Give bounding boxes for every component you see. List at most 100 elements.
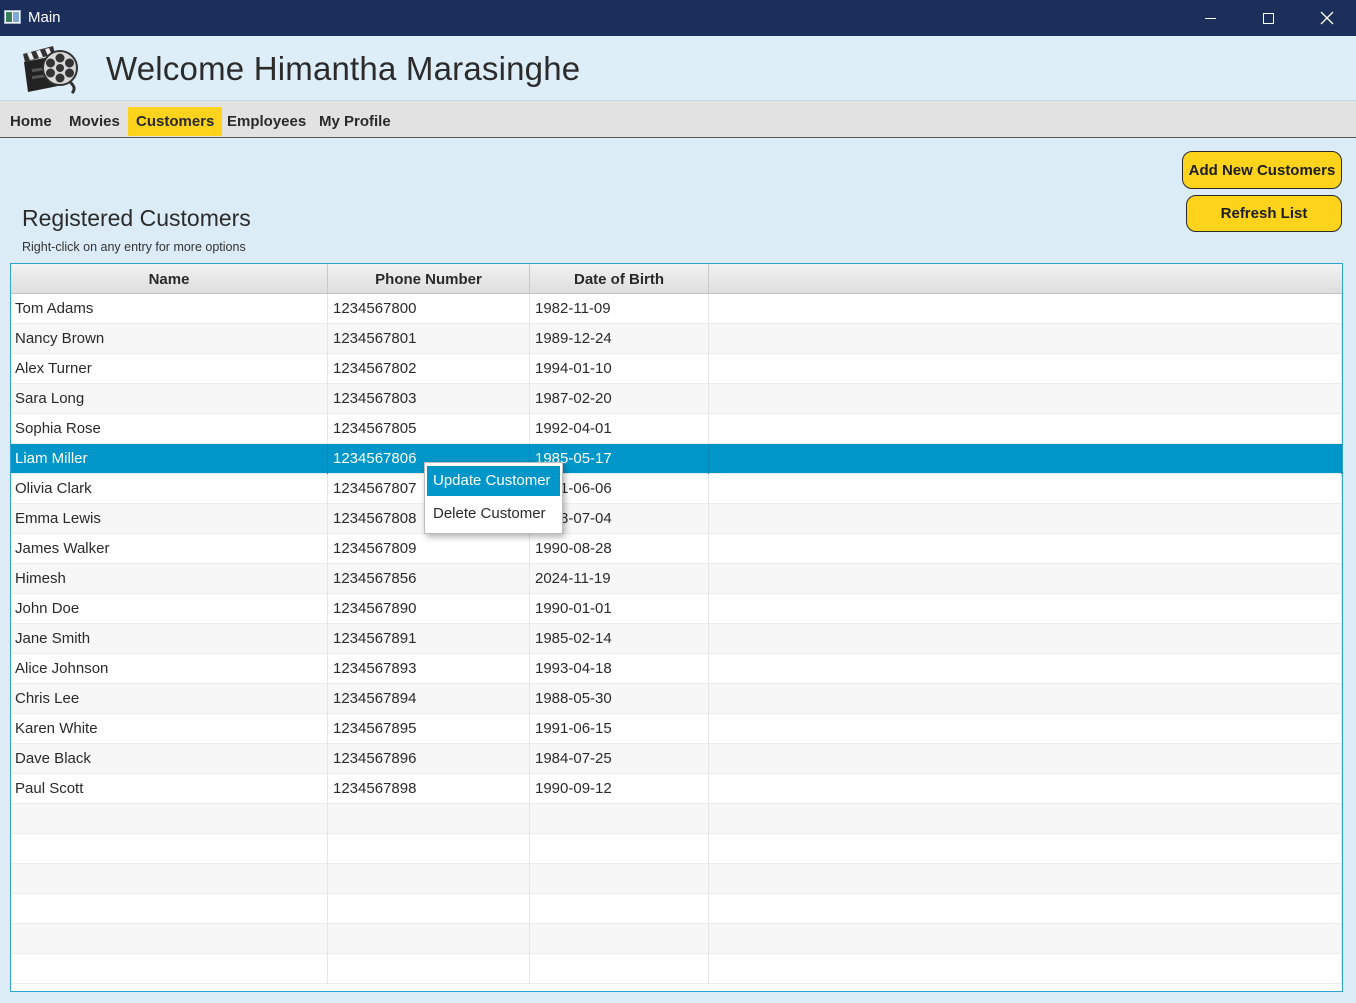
cell-filler bbox=[709, 324, 1342, 354]
cell-phone: 1234567805 bbox=[328, 414, 530, 444]
tab-home[interactable]: Home bbox=[2, 107, 60, 136]
empty-table-row bbox=[11, 894, 1342, 924]
cell-filler bbox=[709, 654, 1342, 684]
table-row[interactable]: James Walker 1234567809 1990-08-28 bbox=[11, 534, 1342, 564]
table-row[interactable]: Karen White 1234567895 1991-06-15 bbox=[11, 714, 1342, 744]
minimize-button[interactable] bbox=[1181, 0, 1239, 36]
table-row[interactable]: Liam Miller 1234567806 1985-05-17 bbox=[11, 444, 1342, 474]
menu-item-update-customer[interactable]: Update Customer bbox=[427, 466, 560, 496]
cell-phone: 1234567891 bbox=[328, 624, 530, 654]
cell-name: Jane Smith bbox=[11, 624, 328, 654]
app-header: Welcome Himantha Marasinghe bbox=[0, 36, 1356, 101]
cell-dob: 1985-02-14 bbox=[530, 624, 709, 654]
cell-name bbox=[11, 924, 328, 954]
cell-dob: 2024-11-19 bbox=[530, 564, 709, 594]
cell-filler bbox=[709, 624, 1342, 654]
tab-my-profile[interactable]: My Profile bbox=[311, 107, 399, 136]
cell-filler bbox=[709, 924, 1342, 954]
table-row[interactable]: Chris Lee 1234567894 1988-05-30 bbox=[11, 684, 1342, 714]
cell-name bbox=[11, 834, 328, 864]
close-button[interactable] bbox=[1298, 0, 1356, 36]
cell-dob: 1988-05-30 bbox=[530, 684, 709, 714]
cell-filler bbox=[709, 744, 1342, 774]
empty-table-row bbox=[11, 804, 1342, 834]
tab-movies[interactable]: Movies bbox=[61, 107, 128, 136]
customers-page: Add New Customers Refresh List Registere… bbox=[0, 139, 1356, 1003]
cell-dob bbox=[530, 894, 709, 924]
cell-filler bbox=[709, 834, 1342, 864]
cell-filler bbox=[709, 414, 1342, 444]
row-context-menu: Update Customer Delete Customer bbox=[424, 462, 563, 534]
cell-dob: 1994-01-10 bbox=[530, 354, 709, 384]
cell-name: Alice Johnson bbox=[11, 654, 328, 684]
empty-table-row bbox=[11, 864, 1342, 894]
column-header-filler bbox=[709, 264, 1340, 294]
window-titlebar[interactable]: Main bbox=[0, 0, 1356, 36]
cell-dob bbox=[530, 864, 709, 894]
empty-table-row bbox=[11, 834, 1342, 864]
tab-employees[interactable]: Employees bbox=[219, 107, 314, 136]
table-row[interactable]: Nancy Brown 1234567801 1989-12-24 bbox=[11, 324, 1342, 354]
empty-table-row bbox=[11, 954, 1342, 984]
cell-phone: 1234567890 bbox=[328, 594, 530, 624]
cell-dob: 1991-06-15 bbox=[530, 714, 709, 744]
cell-filler bbox=[709, 804, 1342, 834]
cell-filler bbox=[709, 534, 1342, 564]
cell-dob bbox=[530, 954, 709, 984]
cell-name: John Doe bbox=[11, 594, 328, 624]
tab-customers[interactable]: Customers bbox=[128, 107, 223, 136]
cell-phone: 1234567893 bbox=[328, 654, 530, 684]
column-header-name[interactable]: Name bbox=[11, 264, 328, 294]
table-row[interactable]: Sophia Rose 1234567805 1992-04-01 bbox=[11, 414, 1342, 444]
add-new-customers-button[interactable]: Add New Customers bbox=[1182, 151, 1342, 189]
column-header-dob[interactable]: Date of Birth bbox=[530, 264, 709, 294]
table-row[interactable]: Sara Long 1234567803 1987-02-20 bbox=[11, 384, 1342, 414]
cell-name bbox=[11, 864, 328, 894]
cell-filler bbox=[709, 564, 1342, 594]
cell-dob: 1993-04-18 bbox=[530, 654, 709, 684]
table-row[interactable]: Jane Smith 1234567891 1985-02-14 bbox=[11, 624, 1342, 654]
table-row[interactable]: Alex Turner 1234567802 1994-01-10 bbox=[11, 354, 1342, 384]
cell-filler bbox=[709, 354, 1342, 384]
cell-name: Olivia Clark bbox=[11, 474, 328, 504]
cell-dob bbox=[530, 804, 709, 834]
table-row[interactable]: Tom Adams 1234567800 1982-11-09 bbox=[11, 294, 1342, 324]
cell-phone: 1234567803 bbox=[328, 384, 530, 414]
table-row[interactable]: John Doe 1234567890 1990-01-01 bbox=[11, 594, 1342, 624]
cell-dob: 1990-09-12 bbox=[530, 774, 709, 804]
cell-name: James Walker bbox=[11, 534, 328, 564]
cell-dob: 1992-04-01 bbox=[530, 414, 709, 444]
table-row[interactable]: Himesh 1234567856 2024-11-19 bbox=[11, 564, 1342, 594]
cell-filler bbox=[709, 474, 1342, 504]
cell-phone bbox=[328, 834, 530, 864]
table-row[interactable]: Dave Black 1234567896 1984-07-25 bbox=[11, 744, 1342, 774]
cell-name: Himesh bbox=[11, 564, 328, 594]
cell-dob: 1990-01-01 bbox=[530, 594, 709, 624]
maximize-button[interactable] bbox=[1239, 0, 1297, 36]
refresh-list-button[interactable]: Refresh List bbox=[1186, 195, 1342, 232]
cell-filler bbox=[709, 954, 1342, 984]
close-icon bbox=[1320, 11, 1334, 25]
cell-name bbox=[11, 894, 328, 924]
cell-filler bbox=[709, 894, 1342, 924]
cell-filler bbox=[709, 684, 1342, 714]
menu-item-delete-customer[interactable]: Delete Customer bbox=[427, 499, 560, 529]
cell-phone: 1234567800 bbox=[328, 294, 530, 324]
table-row[interactable]: Olivia Clark 1234567807 1991-06-06 bbox=[11, 474, 1342, 504]
page-hint: Right-click on any entry for more option… bbox=[22, 240, 246, 254]
customers-table[interactable]: Name Phone Number Date of Birth Tom Adam… bbox=[10, 263, 1343, 992]
cell-filler bbox=[709, 444, 1342, 474]
cell-phone: 1234567894 bbox=[328, 684, 530, 714]
table-row[interactable]: Paul Scott 1234567898 1990-09-12 bbox=[11, 774, 1342, 804]
table-row[interactable]: Emma Lewis 1234567808 1988-07-04 bbox=[11, 504, 1342, 534]
cell-filler bbox=[709, 774, 1342, 804]
cell-phone: 1234567898 bbox=[328, 774, 530, 804]
cell-phone: 1234567896 bbox=[328, 744, 530, 774]
cell-dob bbox=[530, 834, 709, 864]
cell-name: Dave Black bbox=[11, 744, 328, 774]
cell-filler bbox=[709, 384, 1342, 414]
table-row[interactable]: Alice Johnson 1234567893 1993-04-18 bbox=[11, 654, 1342, 684]
cell-name: Nancy Brown bbox=[11, 324, 328, 354]
cell-phone: 1234567809 bbox=[328, 534, 530, 564]
column-header-phone[interactable]: Phone Number bbox=[328, 264, 530, 294]
